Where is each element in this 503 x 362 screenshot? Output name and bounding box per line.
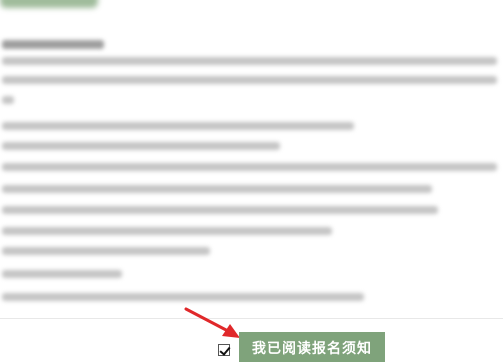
agree-checkbox[interactable] [218, 344, 231, 356]
checkmark-icon [219, 344, 231, 356]
footer-divider [0, 318, 503, 319]
red-arrow-icon [184, 307, 240, 338]
notice-text-line [2, 270, 122, 278]
notice-text-line [2, 206, 438, 214]
notice-heading [2, 40, 104, 49]
notice-text-line [2, 227, 332, 235]
notice-text-line [2, 185, 432, 193]
notice-text-line [2, 76, 497, 84]
top-tab[interactable] [0, 0, 98, 8]
notice-text-line [2, 142, 280, 150]
notice-text-line [2, 57, 497, 65]
notice-text-line [2, 96, 14, 104]
notice-text-line [2, 247, 210, 255]
notice-page: 我已阅读报名须知 [0, 0, 503, 362]
notice-text-line [2, 122, 354, 130]
blurred-notice-text [0, 30, 503, 310]
notice-text-line [2, 163, 497, 171]
notice-text-line [2, 293, 364, 301]
read-notice-button[interactable]: 我已阅读报名须知 [239, 332, 385, 362]
